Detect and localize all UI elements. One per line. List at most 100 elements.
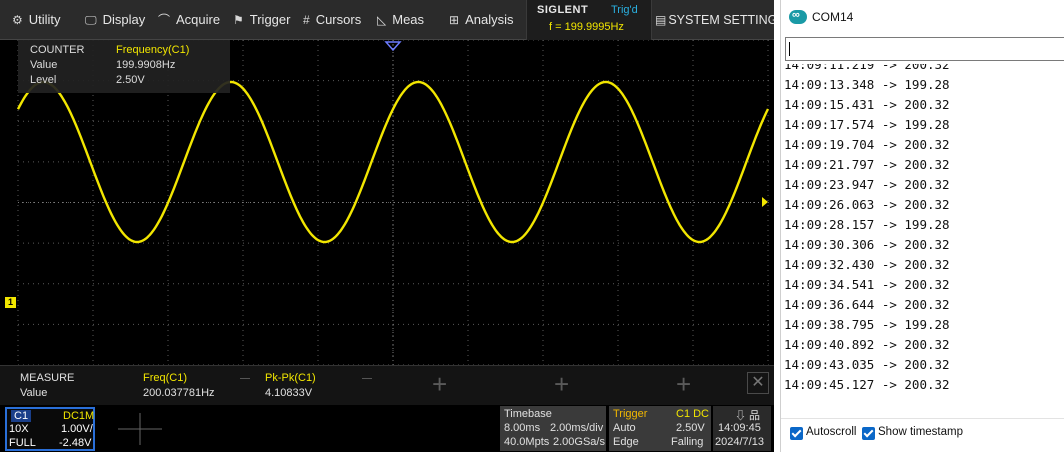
menu-analysis[interactable]: ⊞ Analysis	[449, 0, 513, 40]
counter-panel[interactable]: COUNTER Frequency(C1) Value 199.9908Hz L…	[18, 40, 230, 93]
menu-acquire[interactable]: ⌒ Acquire	[158, 0, 220, 40]
counter-value: 199.9908Hz	[116, 59, 176, 71]
channel1-offset: -2.48V	[59, 437, 92, 449]
clock-box: ⇩ 品 14:09:45 2024/7/13	[713, 406, 771, 451]
timebase-memory: 40.0Mpts	[504, 436, 550, 448]
timebase-scale: 2.00ms/div	[550, 422, 604, 434]
counter-title: COUNTER	[30, 44, 85, 56]
timebase-delay: 8.00ms	[504, 422, 541, 434]
trigger-mode: Auto	[613, 422, 636, 434]
menu-cursors[interactable]: # Cursors	[303, 0, 361, 40]
measure-freq-name[interactable]: Freq(C1)	[143, 372, 187, 384]
output-line: 14:09:17.574 -> 199.28	[784, 117, 950, 132]
trigger-level: 2.50V	[676, 422, 705, 434]
scope-status-bar: C1 DC1M 10X 1.00V/ FULL -2.48V Timebase …	[0, 405, 774, 452]
show-timestamp-checkbox[interactable]	[862, 427, 875, 440]
trigger-box[interactable]: Trigger C1 DC Auto 2.50V Edge Falling	[609, 406, 711, 451]
serial-monitor-window: ∞ COM14 14:09:11.219 -> 200.32 14:09:13.…	[780, 0, 1064, 452]
ruler-icon: ◺	[377, 13, 387, 27]
measure-pkpk-value: 4.10833V	[265, 387, 313, 399]
frequency-readout: f = 199.9995Hz	[549, 21, 624, 33]
output-line: 14:09:32.430 -> 200.32	[784, 257, 950, 272]
output-line: 14:09:30.306 -> 200.32	[784, 237, 950, 252]
channel1-coupling: DC1M	[63, 410, 95, 422]
show-timestamp-label[interactable]: Show timestamp	[878, 426, 963, 438]
serial-output-lines: 14:09:11.219 -> 200.32 14:09:13.348 -> 1…	[784, 64, 950, 395]
close-measure-icon[interactable]: ✕	[747, 372, 769, 394]
waveform-display[interactable]: COUNTER Frequency(C1) Value 199.9908Hz L…	[0, 40, 774, 365]
channel1-label: C1	[11, 410, 32, 422]
channel1-bandwidth: FULL	[9, 437, 36, 449]
serial-port-title: COM14	[812, 10, 854, 24]
trigger-type: Edge	[613, 436, 639, 448]
channel1-scale: 1.00V/	[61, 423, 93, 435]
timebase-title: Timebase	[504, 408, 552, 420]
flag-icon: ⚑	[233, 13, 244, 27]
text-caret	[789, 42, 790, 56]
brand-status-box: SIGLENT Trig'd f = 199.9995Hz	[526, 0, 652, 40]
divider	[240, 378, 250, 379]
counter-level: 2.50V	[116, 74, 145, 86]
clock-time: 14:09:45	[718, 422, 761, 434]
counter-source: Frequency(C1)	[116, 44, 190, 56]
timebase-box[interactable]: Timebase 8.00ms 2.00ms/div 40.0Mpts 2.00…	[500, 406, 606, 451]
output-line: 14:09:28.157 -> 199.28	[784, 217, 950, 232]
output-line: 14:09:13.348 -> 199.28	[784, 77, 950, 92]
counter-value-label: Value	[30, 59, 58, 71]
add-measure-slot-icon[interactable]: +	[432, 371, 447, 397]
output-line: 14:09:21.797 -> 200.32	[784, 157, 950, 172]
measure-pkpk-name[interactable]: Pk-Pk(C1)	[265, 372, 316, 384]
oscilloscope-window: ⚙ Utility 🖵 Display ⌒ Acquire ⚑ Trigger # Cur…	[0, 0, 774, 452]
usb-icon: ⇩ 品	[735, 410, 761, 422]
serial-footer: Autoscroll Show timestamp	[781, 418, 1064, 452]
measure-row-label: Value	[20, 387, 48, 399]
trigger-level-marker	[762, 197, 768, 207]
measure-freq-value: 200.037781Hz	[143, 387, 215, 399]
trigger-title: Trigger	[613, 408, 648, 420]
menu-meas[interactable]: ◺ Meas	[377, 0, 424, 40]
menu-display[interactable]: 🖵 Display	[85, 0, 145, 40]
system-settings-button[interactable]: ▤ SYSTEM SETTINGS	[655, 0, 774, 40]
channel1-info-box[interactable]: C1 DC1M 10X 1.00V/ FULL -2.48V	[5, 407, 95, 451]
output-line: 14:09:43.035 -> 200.32	[784, 357, 950, 372]
serial-title-bar: ∞ COM14	[781, 0, 1064, 34]
output-line: 14:09:11.219 -> 200.32	[784, 64, 950, 72]
output-line: 14:09:38.795 -> 199.28	[784, 317, 950, 332]
menu-utility[interactable]: ⚙ Utility	[12, 0, 61, 40]
output-line: 14:09:40.892 -> 200.32	[784, 337, 950, 352]
cursor-grid-icon: #	[303, 13, 310, 27]
serial-output[interactable]: 14:09:11.219 -> 200.32 14:09:13.348 -> 1…	[781, 64, 1064, 416]
channel1-probe: 10X	[9, 423, 29, 435]
channel1-offset-marker[interactable]: 1	[5, 297, 16, 308]
output-line: 14:09:26.063 -> 200.32	[784, 197, 950, 212]
output-line: 14:09:36.644 -> 200.32	[784, 297, 950, 312]
measure-bar: MEASURE Value Freq(C1) 200.037781Hz Pk-P…	[0, 365, 774, 405]
clock-date: 2024/7/13	[715, 436, 764, 448]
trigger-status: Trig'd	[611, 4, 638, 16]
counter-level-label: Level	[30, 74, 57, 86]
analysis-icon: ⊞	[449, 13, 460, 27]
autoscroll-checkbox[interactable]	[790, 427, 803, 440]
timebase-sample-rate: 2.00GSa/s	[553, 436, 605, 448]
arduino-icon: ∞	[789, 9, 807, 24]
trigger-slope: Falling	[671, 436, 704, 448]
add-measure-slot-icon[interactable]: +	[554, 371, 569, 397]
output-line: 14:09:23.947 -> 200.32	[784, 177, 950, 192]
menu-icon: ▤	[655, 13, 667, 27]
menu-trigger[interactable]: ⚑ Trigger	[233, 0, 290, 40]
measure-title: MEASURE	[20, 372, 75, 384]
output-line: 14:09:19.704 -> 200.32	[784, 137, 950, 152]
output-line: 14:09:45.127 -> 200.32	[784, 377, 950, 392]
output-line: 14:09:15.431 -> 200.32	[784, 97, 950, 112]
add-channel-icon[interactable]	[118, 413, 162, 445]
scope-menu-bar: ⚙ Utility 🖵 Display ⌒ Acquire ⚑ Trigger # Cur…	[0, 0, 774, 40]
brand-logo: SIGLENT	[537, 4, 589, 16]
add-measure-slot-icon[interactable]: +	[676, 371, 691, 397]
serial-send-input[interactable]	[785, 37, 1064, 61]
waveform-icon: ⌒	[158, 13, 171, 27]
gear-icon: ⚙	[12, 13, 23, 27]
trigger-source: C1 DC	[676, 408, 710, 420]
monitor-icon: 🖵	[85, 13, 97, 27]
autoscroll-label[interactable]: Autoscroll	[806, 426, 857, 438]
output-line: 14:09:34.541 -> 200.32	[784, 277, 950, 292]
